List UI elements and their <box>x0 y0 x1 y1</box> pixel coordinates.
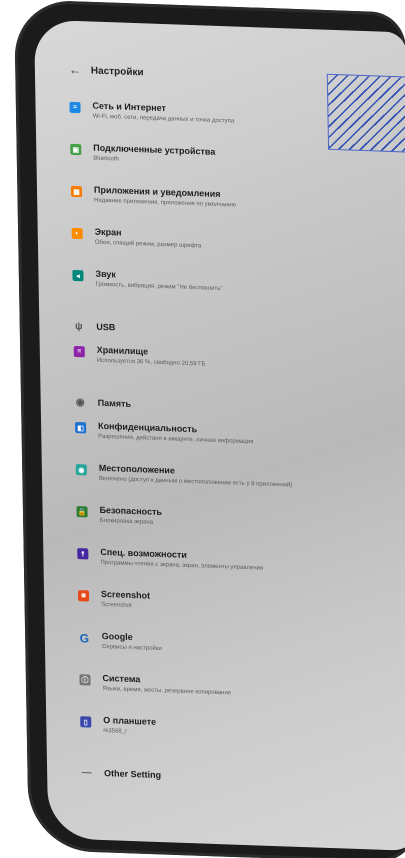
tablet-icon: ▯ <box>80 716 92 728</box>
settings-item-text: Конфиденциальность Разрешения, действия в… <box>98 420 253 447</box>
settings-item-text: Сеть и Интернет Wi-Fi, моб. сети, передач… <box>92 100 234 127</box>
settings-item-text: Google Сервисы и настройки <box>102 630 162 654</box>
apps-icon: ▦ <box>70 185 83 198</box>
settings-screen: ← Настройки ≈ Сеть и Интернет Wi-Fi, моб. … <box>34 19 405 852</box>
system-icon: ⓘ <box>79 674 91 686</box>
accessibility-icon: ☨ <box>77 548 89 560</box>
settings-item-text: Other Setting <box>104 767 161 781</box>
wifi-icon: ≈ <box>69 101 81 114</box>
settings-item-text: Спец. возможности Программы чтения с экра… <box>100 546 263 574</box>
settings-item-text: Система Языки, время, жесты, резервное ко… <box>102 672 231 699</box>
settings-item-text: Подключенные устройства Bluetooth <box>93 142 215 168</box>
lock-icon: 🔒 <box>76 506 88 518</box>
location-icon: ◉ <box>75 464 87 476</box>
other-setting-icon: — <box>81 766 92 779</box>
settings-item-text: USB <box>96 321 115 334</box>
app-bar: ← Настройки <box>69 63 144 80</box>
settings-item-subtitle: rk3568_r <box>103 728 128 735</box>
settings-item-text: Память <box>98 397 132 410</box>
settings-item-text: Screenshot Screenshot <box>101 588 150 612</box>
google-icon: G <box>79 630 90 646</box>
settings-item-title: Other Setting <box>104 768 162 781</box>
settings-item-subtitle: Screenshot <box>101 601 132 609</box>
settings-item-text: Хранилище Используется 36 %, свободно 20,… <box>97 344 206 370</box>
screenshot-icon: ◙ <box>77 590 90 602</box>
settings-item-subtitle: Блокировка экрана <box>99 517 154 526</box>
display-icon: ◐ <box>71 227 83 240</box>
settings-item-text: Экран Обои, спящий режим, размер шрифта <box>95 226 202 252</box>
sound-icon: ◂ <box>72 269 84 282</box>
usb-icon: ψ <box>74 320 83 332</box>
back-arrow-icon[interactable]: ← <box>69 63 81 77</box>
page-title: Настройки <box>90 64 144 78</box>
settings-item-text: О планшете rk3568_r <box>103 714 156 738</box>
devices-icon: ▣ <box>70 143 82 156</box>
settings-item-text: Приложения и уведомления Недавние приложе… <box>94 184 236 211</box>
storage-icon: ≡ <box>73 345 85 358</box>
settings-item-text: Звук Громкость, вибрация, режим "Не беспо… <box>95 268 222 294</box>
settings-list: ≈ Сеть и Интернет Wi-Fi, моб. сети, переда… <box>69 99 405 801</box>
settings-item-subtitle: Сервисы и настройки <box>101 643 162 653</box>
memory-icon: ◉ <box>75 396 85 408</box>
privacy-icon: ◧ <box>75 421 87 434</box>
settings-item-text: Безопасность Блокировка экрана <box>99 504 162 528</box>
settings-item-title: USB <box>96 321 116 333</box>
settings-item-title: Память <box>97 397 132 409</box>
